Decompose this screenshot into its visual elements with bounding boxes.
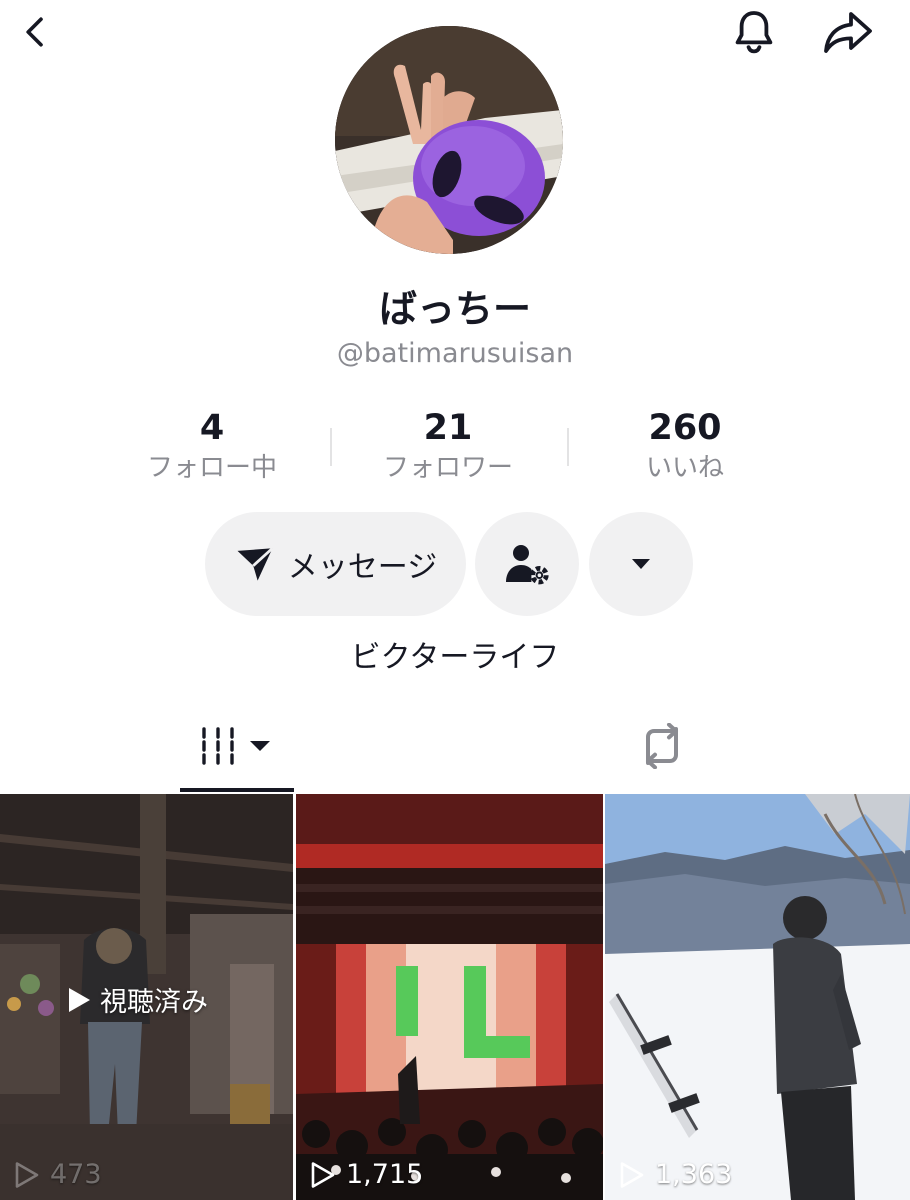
video-thumbnail[interactable]: 1,363: [605, 794, 910, 1200]
following-count: 4: [199, 408, 225, 448]
view-count: 473: [14, 1159, 102, 1190]
thumbnail-image: [296, 794, 603, 1200]
view-count: 1,363: [619, 1159, 732, 1190]
active-tab-indicator: [180, 788, 294, 792]
likes-stat[interactable]: 260 いいね: [575, 406, 795, 486]
tab-videos[interactable]: [180, 700, 294, 792]
person-gear-icon: [506, 545, 549, 585]
view-count-text: 473: [50, 1159, 102, 1190]
video-grid: 視聴済み 473 1,715 1,363: [0, 794, 910, 1200]
send-icon: [237, 547, 274, 581]
friend-settings-button[interactable]: [475, 512, 579, 616]
caret-down-icon: [632, 559, 650, 569]
display-name: ばっちー: [378, 287, 531, 331]
watched-badge: 視聴済み: [66, 980, 208, 1019]
notifications-button[interactable]: [728, 6, 780, 58]
followers-stat[interactable]: 21 フォロワー: [338, 406, 558, 486]
grid-columns-icon: [202, 727, 270, 765]
play-outline-icon: [620, 1161, 644, 1188]
chevron-left-icon: [26, 17, 43, 47]
avatar-image: [335, 26, 563, 254]
share-arrow-icon: [824, 12, 872, 53]
video-thumbnail[interactable]: 1,715: [296, 794, 603, 1200]
tab-reposts[interactable]: [605, 700, 719, 792]
likes-label: いいね: [645, 453, 724, 483]
username: @batimarusuisan: [336, 338, 574, 369]
play-outline-icon: [15, 1161, 39, 1188]
video-thumbnail[interactable]: 視聴済み 473: [0, 794, 293, 1200]
view-count: 1,715: [310, 1159, 423, 1190]
view-count-text: 1,363: [655, 1159, 733, 1190]
message-button-label: メッセージ: [287, 550, 438, 585]
play-outline-icon: [311, 1161, 335, 1188]
view-count-text: 1,715: [346, 1159, 424, 1190]
stats-row: 4 フォロー中 21 フォロワー 260 いいね: [0, 406, 910, 486]
back-button[interactable]: [12, 8, 60, 56]
thumbnail-image: [605, 794, 910, 1200]
share-button[interactable]: [820, 6, 876, 58]
bio-text: ビクターライフ: [350, 640, 560, 675]
play-icon: [69, 987, 90, 1012]
followers-label: フォロワー: [382, 453, 513, 483]
likes-count: 260: [648, 408, 722, 448]
bell-icon: [735, 11, 773, 54]
stats-divider: [330, 428, 332, 466]
message-button[interactable]: メッセージ: [205, 512, 466, 616]
following-stat[interactable]: 4 フォロー中: [102, 406, 322, 486]
profile-actions: メッセージ: [0, 512, 910, 616]
repost-icon: [646, 723, 678, 769]
followers-count: 21: [423, 408, 473, 448]
watched-label: 視聴済み: [100, 987, 208, 1018]
more-options-button[interactable]: [589, 512, 693, 616]
stats-divider: [567, 428, 569, 466]
content-tabs: [0, 700, 910, 792]
avatar[interactable]: [335, 26, 563, 254]
following-label: フォロー中: [146, 453, 277, 483]
